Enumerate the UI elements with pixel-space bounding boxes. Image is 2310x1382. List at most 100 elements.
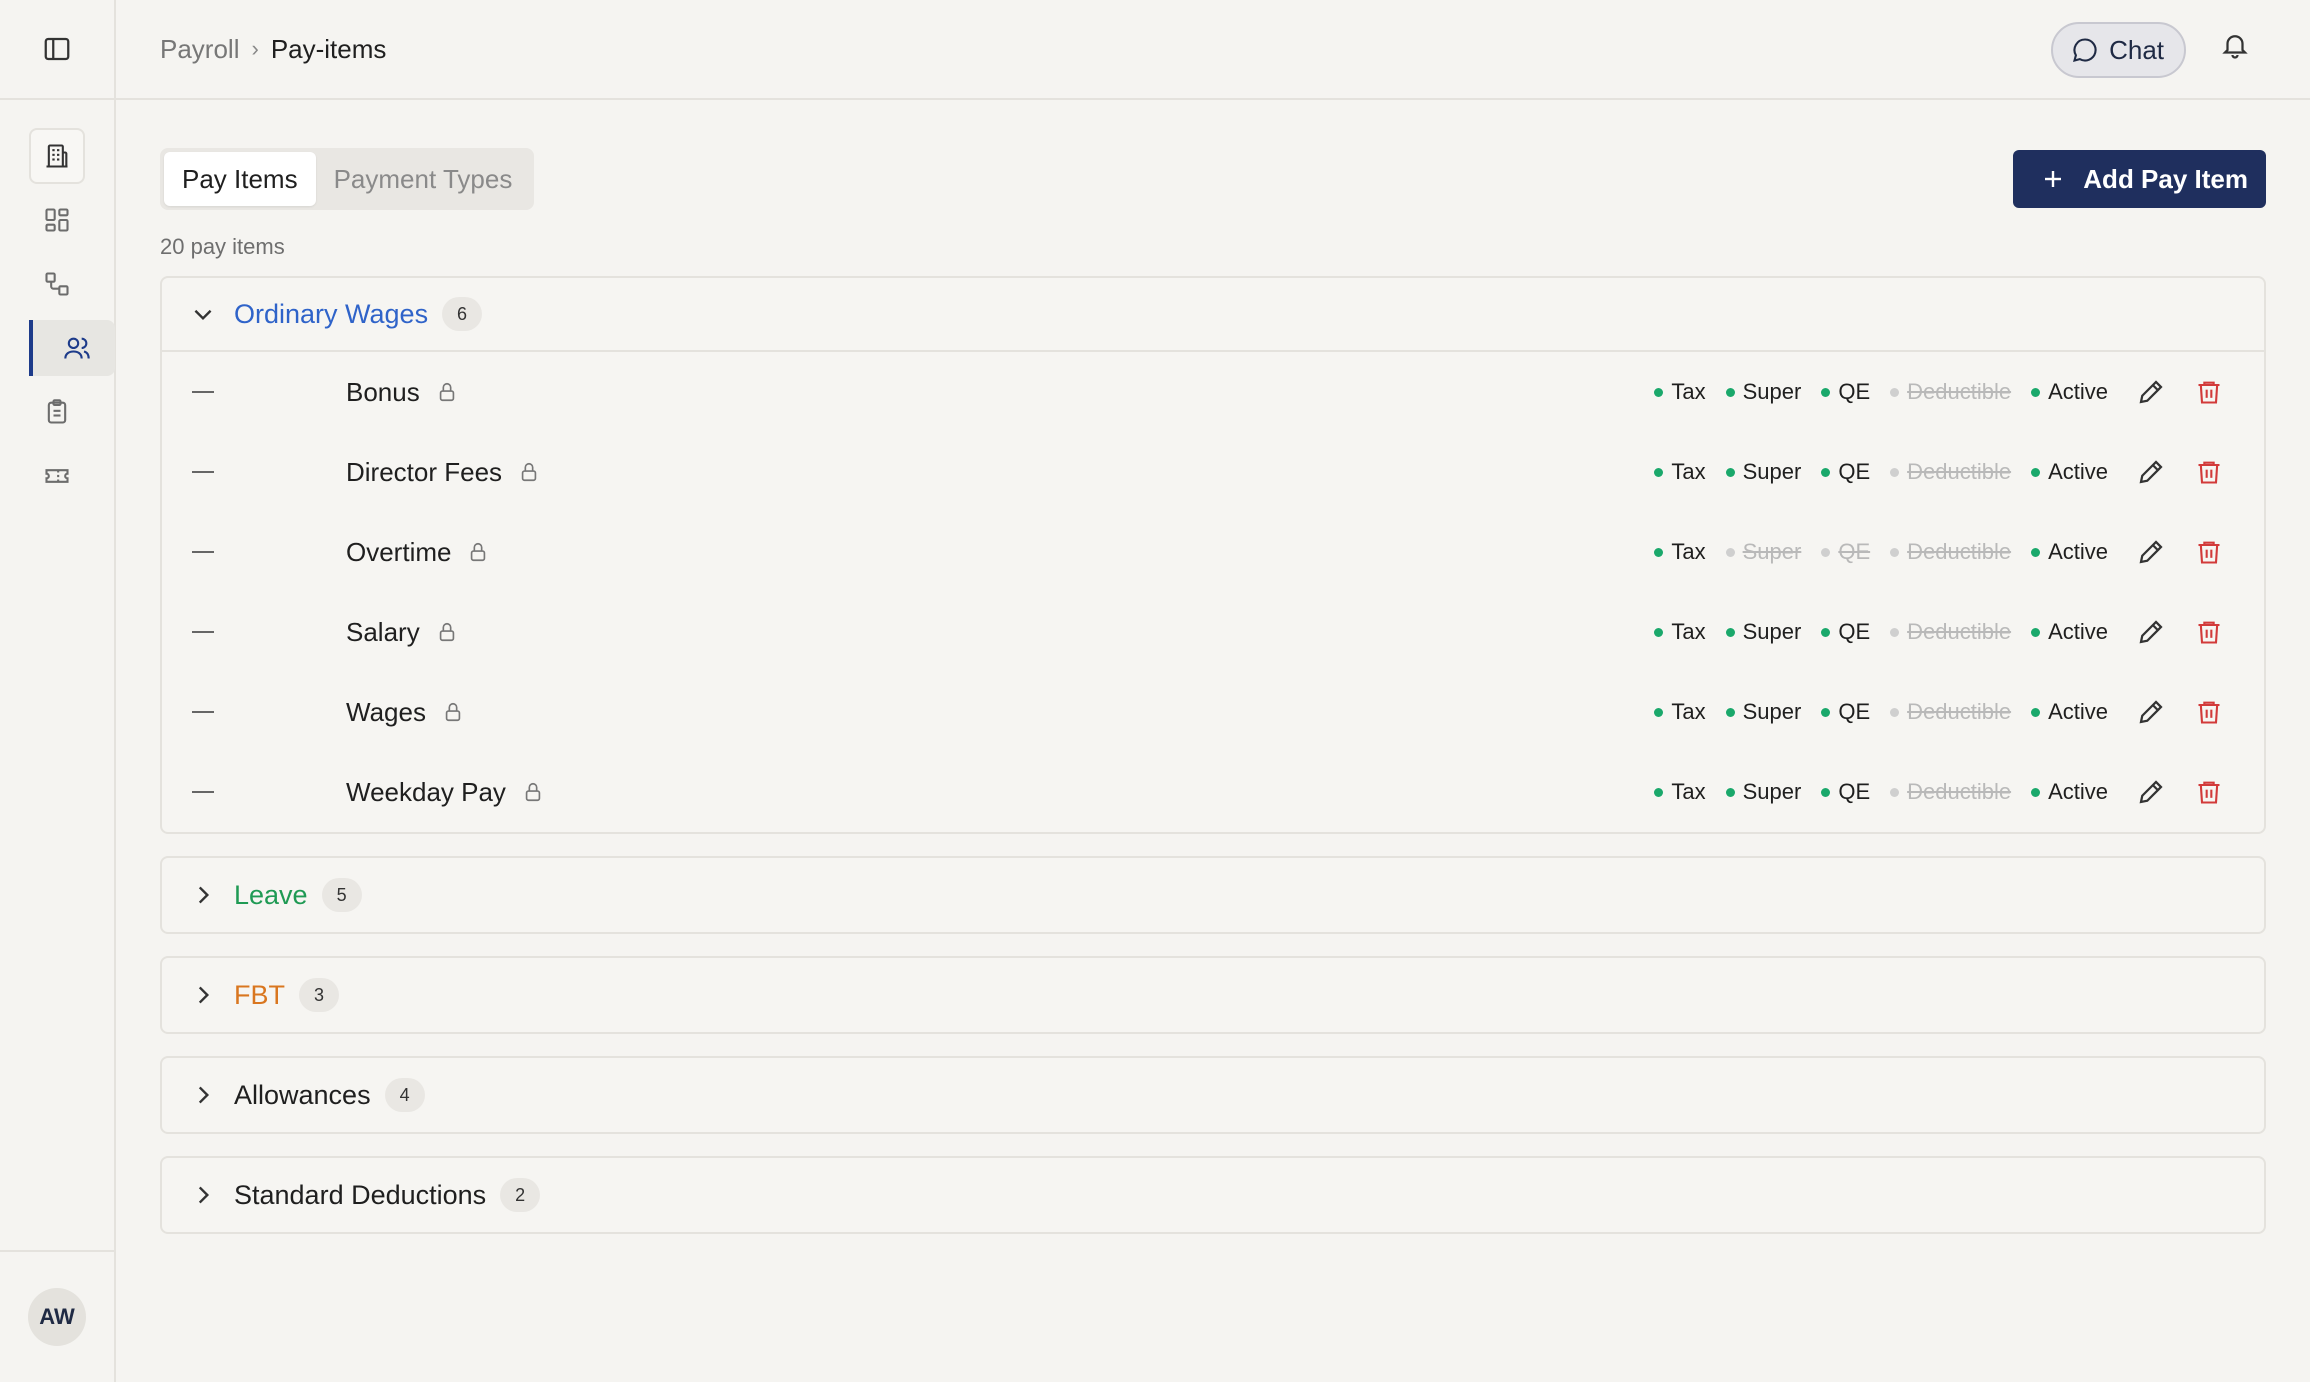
- chat-button[interactable]: Chat: [2051, 22, 2186, 78]
- flag-label: QE: [1838, 379, 1871, 404]
- sidebar-item-workflows[interactable]: [29, 256, 85, 312]
- breadcrumb-payroll[interactable]: Payroll: [160, 34, 239, 65]
- sidebar-footer: AW: [0, 1250, 114, 1382]
- avatar[interactable]: AW: [28, 1288, 86, 1346]
- flag-qe: QE: [1821, 539, 1870, 565]
- status-dot: [2031, 387, 2041, 397]
- trash-icon: [2198, 701, 2220, 724]
- group-header[interactable]: Leave 5: [162, 858, 2264, 932]
- ticket-icon: [45, 469, 69, 483]
- edit-button[interactable]: [2136, 617, 2166, 647]
- topbar: Payroll › Pay-items Chat: [116, 0, 2310, 100]
- row-actions: [2136, 697, 2224, 727]
- pay-item-name: Director Fees: [346, 456, 503, 487]
- group-title: FBT: [234, 979, 285, 1010]
- tab-payment-types[interactable]: Payment Types: [316, 152, 531, 206]
- sidebar-item-people[interactable]: [29, 320, 115, 376]
- status-dot: [1890, 627, 1900, 637]
- sidebar-toggle-button[interactable]: [37, 29, 77, 69]
- breadcrumb-separator: ›: [251, 36, 259, 61]
- chevron-right-icon[interactable]: [190, 1082, 216, 1108]
- sidebar-header: [0, 0, 114, 100]
- pay-item-groups: Ordinary Wages 6 Bonus Tax Super QE Deductible…: [160, 276, 2266, 1234]
- chat-bubble-icon: [2073, 38, 2097, 62]
- breadcrumb: Payroll › Pay-items: [160, 34, 386, 65]
- edit-button[interactable]: [2136, 537, 2166, 567]
- group-header[interactable]: Standard Deductions 2: [162, 1158, 2264, 1232]
- status-dot: [2031, 547, 2041, 557]
- pay-item-group: FBT 3: [160, 956, 2266, 1034]
- pay-item-list: Bonus Tax Super QE Deductible Active Director …: [162, 352, 2264, 832]
- sidebar-item-reports[interactable]: [29, 384, 85, 440]
- pencil-icon: [2139, 620, 2163, 644]
- status-dot: [1821, 627, 1831, 637]
- edit-button[interactable]: [2136, 377, 2166, 407]
- delete-button[interactable]: [2194, 537, 2224, 567]
- flag-label: Super: [1742, 619, 1802, 644]
- flag-super: Super: [1725, 619, 1802, 645]
- flag-active: Active: [2031, 539, 2108, 565]
- pay-item-group: Standard Deductions 2: [160, 1156, 2266, 1234]
- pay-item-name: Salary: [346, 616, 420, 647]
- pencil-icon: [2139, 380, 2163, 404]
- flag-label: Super: [1742, 699, 1802, 724]
- sidebar-item-dashboard[interactable]: [29, 192, 85, 248]
- edit-button[interactable]: [2136, 457, 2166, 487]
- sidebar-item-organisation[interactable]: [29, 128, 85, 184]
- pay-item-name: Wages: [346, 696, 426, 727]
- edit-button[interactable]: [2136, 697, 2166, 727]
- group-title: Standard Deductions: [234, 1179, 487, 1210]
- delete-button[interactable]: [2194, 617, 2224, 647]
- trash-icon: [2198, 381, 2220, 404]
- status-dot: [2031, 467, 2041, 477]
- dash-indicator: [192, 551, 214, 553]
- add-pay-item-button[interactable]: Add Pay Item: [2013, 150, 2266, 208]
- flag-qe: QE: [1821, 459, 1870, 485]
- flag-super: Super: [1725, 539, 1801, 565]
- chevron-right-icon[interactable]: [190, 882, 216, 908]
- status-dot: [1725, 627, 1735, 637]
- delete-button[interactable]: [2194, 697, 2224, 727]
- dash-indicator: [192, 631, 214, 633]
- flag-qe: QE: [1821, 699, 1870, 725]
- group-title: Leave: [234, 879, 308, 910]
- chevron-right-icon[interactable]: [190, 1182, 216, 1208]
- group-count-badge: 6: [442, 297, 483, 331]
- flag-label: Active: [2048, 699, 2108, 724]
- tab-pay-items[interactable]: Pay Items: [164, 152, 316, 206]
- trash-icon: [2198, 781, 2220, 804]
- sidebar-item-tickets[interactable]: [29, 448, 85, 504]
- group-header[interactable]: Ordinary Wages 6: [162, 278, 2264, 352]
- edit-button[interactable]: [2136, 777, 2166, 807]
- delete-button[interactable]: [2194, 457, 2224, 487]
- flag-qe: QE: [1821, 779, 1870, 805]
- chevron-right-icon[interactable]: [190, 982, 216, 1008]
- delete-button[interactable]: [2194, 777, 2224, 807]
- chevron-down-icon[interactable]: [190, 301, 216, 327]
- pay-item-name: Bonus: [346, 376, 420, 407]
- status-dot: [1890, 787, 1900, 797]
- flag-tax: Tax: [1654, 619, 1706, 645]
- pay-item-row: Overtime Tax Super QE Deductible Active: [162, 512, 2264, 592]
- group-count-badge: 3: [299, 978, 339, 1012]
- pay-item-group: Ordinary Wages 6 Bonus Tax Super QE Deductible…: [160, 276, 2266, 834]
- status-dot: [2031, 707, 2041, 717]
- delete-button[interactable]: [2194, 377, 2224, 407]
- pay-item-flags: Tax Super QE Deductible Active: [1634, 459, 2108, 485]
- row-actions: [2136, 377, 2224, 407]
- group-header[interactable]: FBT 3: [162, 958, 2264, 1032]
- flag-label: Super: [1742, 779, 1802, 804]
- flag-tax: Tax: [1654, 379, 1706, 405]
- flag-active: Active: [2031, 619, 2108, 645]
- group-header[interactable]: Allowances 4: [162, 1058, 2264, 1132]
- notifications-button[interactable]: [2220, 30, 2260, 70]
- flag-label: Tax: [1671, 779, 1706, 804]
- users-icon: [64, 337, 90, 359]
- flag-active: Active: [2031, 379, 2108, 405]
- flag-active: Active: [2031, 459, 2108, 485]
- flag-label: Deductible: [1907, 699, 2012, 724]
- status-dot: [1821, 707, 1831, 717]
- pay-item-flags: Tax Super QE Deductible Active: [1634, 699, 2108, 725]
- flag-label: Deductible: [1907, 539, 2012, 564]
- status-dot: [1890, 707, 1900, 717]
